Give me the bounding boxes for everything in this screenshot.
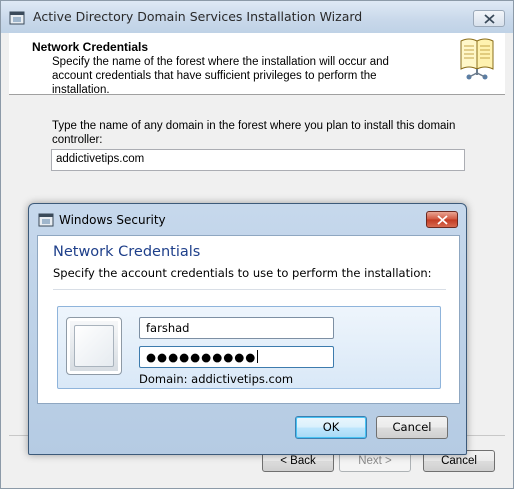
security-close-button[interactable] <box>426 211 458 228</box>
book-icon <box>460 38 494 80</box>
user-tile-icon <box>66 317 122 375</box>
heading-divider <box>53 289 446 290</box>
security-cancel-button[interactable]: Cancel <box>376 416 448 439</box>
wizard-page-title: Network Credentials <box>32 40 149 54</box>
wizard-page-description: Specify the name of the forest where the… <box>52 56 389 96</box>
domain-label: Domain: addictivetips.com <box>139 372 294 386</box>
security-dialog-title: Windows Security <box>59 213 166 227</box>
password-mask: ●●●●●●●●●● <box>146 350 257 364</box>
username-input[interactable]: farshad <box>139 317 334 339</box>
credentials-heading: Network Credentials <box>53 244 201 260</box>
wizard-close-button[interactable] <box>473 10 505 27</box>
close-icon <box>484 14 495 24</box>
text-caret <box>257 350 259 363</box>
domain-prompt-label: Type the name of any domain in the fores… <box>52 120 456 146</box>
wizard-header: Network Credentials Specify the name of … <box>9 33 505 96</box>
window-icon <box>38 213 54 227</box>
window-icon <box>9 11 25 25</box>
wizard-title: Active Directory Domain Services Install… <box>33 9 363 24</box>
domain-name-input[interactable]: addictivetips.com <box>51 149 465 171</box>
user-picture <box>74 325 114 367</box>
close-icon <box>437 215 448 225</box>
password-input[interactable]: ●●●●●●●●●● <box>139 346 334 368</box>
windows-security-dialog: Windows Security Network Credentials Spe… <box>28 203 467 455</box>
credential-tile[interactable]: farshad ●●●●●●●●●● Domain: addictivetips… <box>57 306 441 389</box>
credentials-description: Specify the account credentials to use t… <box>53 266 432 280</box>
wizard-title-bar[interactable]: Active Directory Domain Services Install… <box>1 1 513 33</box>
ok-button[interactable]: OK <box>295 416 367 439</box>
security-dialog-body: Network Credentials Specify the account … <box>37 235 460 404</box>
